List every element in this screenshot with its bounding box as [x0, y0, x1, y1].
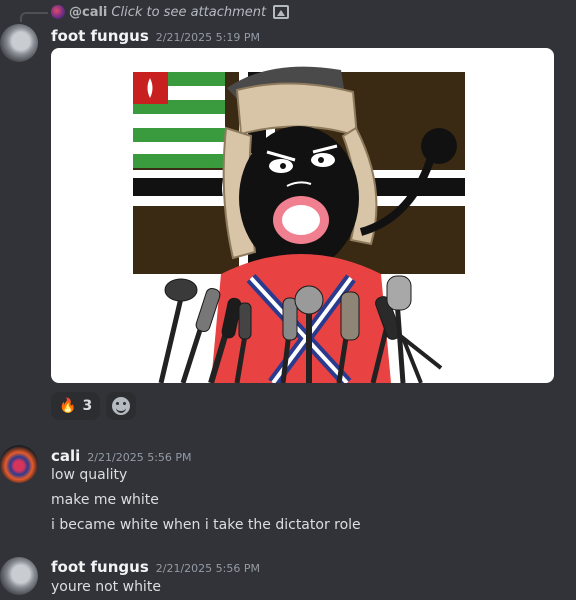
avatar[interactable] — [0, 557, 38, 595]
attachment-drawing — [133, 66, 465, 383]
avatar[interactable] — [0, 24, 38, 62]
add-reaction-icon — [112, 397, 131, 415]
reaction-bar: 🔥 3 — [51, 392, 137, 420]
add-reaction-button[interactable] — [106, 392, 137, 420]
timestamp: 2/21/2025 5:19 PM — [155, 31, 260, 44]
username[interactable]: foot fungus — [51, 27, 149, 45]
reaction-fire[interactable]: 🔥 3 — [51, 392, 101, 420]
canton-flag — [133, 72, 225, 168]
message-text: make me white — [51, 492, 159, 508]
reply-reference[interactable]: @cali Click to see attachment — [51, 3, 290, 21]
username[interactable]: cali — [51, 447, 80, 465]
avatar[interactable] — [0, 445, 38, 483]
reply-mention[interactable]: @cali — [69, 5, 107, 20]
reply-text[interactable]: Click to see attachment — [111, 5, 266, 20]
timestamp: 2/21/2025 5:56 PM — [155, 562, 260, 575]
reaction-count: 3 — [82, 398, 93, 414]
timestamp: 2/21/2025 5:56 PM — [87, 451, 192, 464]
message-header: foot fungus 2/21/2025 5:56 PM — [51, 558, 260, 576]
message-header: foot fungus 2/21/2025 5:19 PM — [51, 27, 260, 45]
message-text: low quality — [51, 467, 128, 483]
username[interactable]: foot fungus — [51, 558, 149, 576]
message-text: i became white when i take the dictator … — [51, 517, 361, 533]
message-text: youre not white — [51, 579, 161, 595]
fire-icon: 🔥 — [59, 398, 77, 414]
reply-spine — [20, 12, 48, 22]
image-icon — [273, 5, 290, 19]
image-attachment[interactable] — [51, 48, 554, 383]
message-header: cali 2/21/2025 5:56 PM — [51, 447, 192, 465]
reply-avatar — [51, 5, 65, 19]
